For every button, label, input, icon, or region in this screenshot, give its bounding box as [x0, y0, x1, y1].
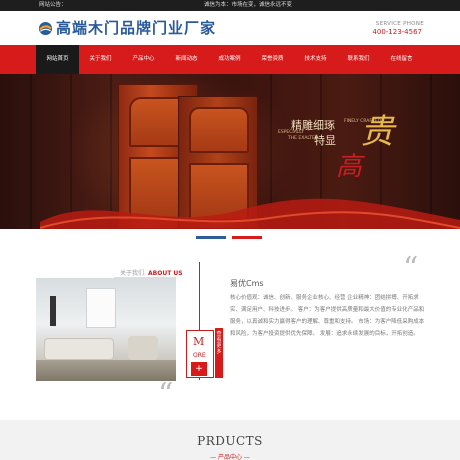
products-subtitle: — 产品中心 — [210, 454, 250, 460]
quote-open-icon: “ [403, 251, 419, 286]
nav-item-about[interactable]: 关于我们 [79, 45, 122, 74]
nav-item-honors[interactable]: 荣誉资质 [251, 45, 294, 74]
hero-banner[interactable]: 精雕细琢 FINELY CRAFTED ESPECIALLY THE EXALT… [0, 74, 460, 229]
banner-calligraphy-seal: 高 [336, 152, 363, 182]
nav-item-news[interactable]: 新闻动态 [165, 45, 208, 74]
nav-item-contact[interactable]: 联系我们 [337, 45, 380, 74]
nav-item-support[interactable]: 技术支持 [294, 45, 337, 74]
nav-item-cases[interactable]: 成功案例 [208, 45, 251, 74]
banner-slogan-en1: ESPECIALLY [278, 130, 304, 135]
about-photo [36, 278, 176, 381]
banner-dot-1[interactable] [196, 236, 226, 239]
logo-icon[interactable] [38, 21, 53, 36]
company-name: 易优Cms [230, 279, 264, 288]
service-phone-number: 400-123-4567 [372, 28, 422, 36]
more-plus-icon[interactable]: + [191, 362, 207, 376]
banner-calligraphy-char: 贵 [360, 112, 394, 152]
site-name[interactable]: 高端木门品牌门业厂家 [56, 18, 216, 38]
company-description: 核心价值观：诚信、创新、服务企业核心、经营 企业精神：团结拼搏、开拓求实、满足用… [230, 295, 425, 337]
about-tagline-en: ABOUT US [148, 270, 183, 277]
main-nav: 网站首页 关于我们 产品中心 新闻动态 成功案例 荣誉资质 技术支持 联系我们 … [0, 45, 460, 74]
more-button-m[interactable]: M [193, 335, 204, 348]
banner-slogan-line2: 特显 [314, 134, 336, 147]
nav-item-message[interactable]: 在线留言 [380, 45, 423, 74]
banner-dot-2[interactable] [232, 236, 262, 239]
about-tagline-cn[interactable]: 关于我们 [120, 270, 144, 277]
more-button-ore[interactable]: ORE [193, 352, 206, 359]
service-phone-label: SERVICE PHONE [375, 21, 424, 27]
header: 高端木门品牌门业厂家 SERVICE PHONE 400-123-4567 [0, 11, 460, 45]
notice-label: 网站公告： [39, 2, 67, 8]
about-tagline: 关于我们 ABOUT US [120, 268, 183, 277]
silk-ribbon-graphic [40, 198, 460, 229]
notice-text: 诚信为本：市场在变，诚信永远不变 [204, 2, 293, 8]
quote-close-icon: “ [158, 377, 174, 412]
products-title: PRDUCTS [197, 434, 263, 448]
view-more-vertical-label[interactable]: 查看更多 [215, 328, 223, 378]
top-bar: 网站公告： 诚信为本：市场在变，诚信永远不变 [0, 0, 460, 11]
nav-item-home[interactable]: 网站首页 [36, 45, 79, 74]
banner-pagination [196, 236, 262, 239]
nav-item-products[interactable]: 产品中心 [122, 45, 165, 74]
